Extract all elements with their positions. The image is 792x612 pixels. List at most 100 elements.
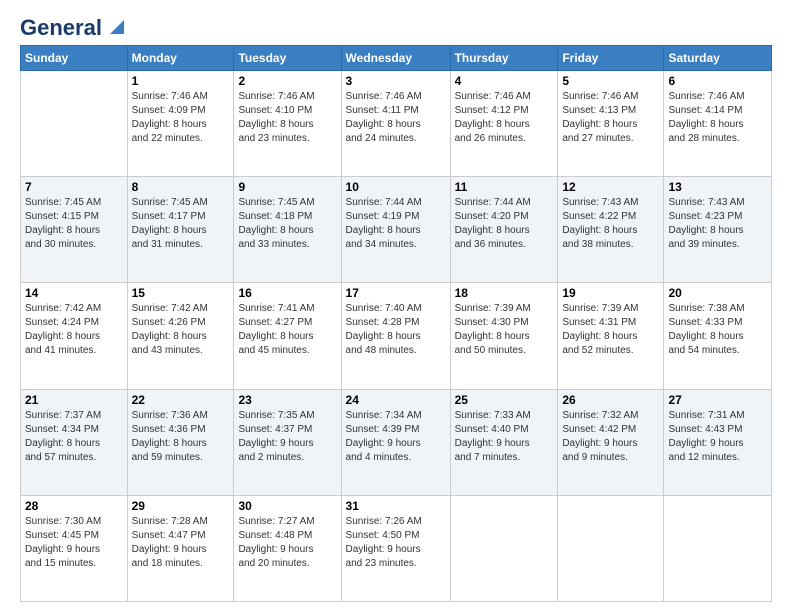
calendar-cell: 22 Sunrise: 7:36 AMSunset: 4:36 PMDayligh… [127,389,234,495]
calendar-week-1: 1Sunrise: 7:46 AMSunset: 4:09 PMDaylight… [21,71,772,177]
day-info: Sunrise: 7:46 AMSunset: 4:12 PMDaylight:… [455,90,554,146]
day-number: 11 [455,180,554,194]
day-info: Sunrise: 7:44 AMSunset: 4:20 PMDaylight:… [455,196,554,252]
day-number: 4 [455,74,554,88]
header: General [20,16,772,37]
day-number: 14 [25,286,123,300]
day-info: Sunrise: 7:45 AMSunset: 4:17 PMDaylight:… [132,196,230,252]
calendar-cell: 16 Sunrise: 7:41 AMSunset: 4:27 PMDayligh… [234,283,341,389]
day-info: Sunrise: 7:39 AMSunset: 4:30 PMDaylight:… [455,302,554,358]
logo-icon [106,18,124,36]
day-info: Sunrise: 7:26 AMSunset: 4:50 PMDaylight:… [346,515,446,571]
calendar-cell: 10Sunrise: 7:44 AMSunset: 4:19 PMDayligh… [341,177,450,283]
col-header-friday: Friday [558,46,664,71]
day-number: 29 [132,499,230,513]
day-info: Sunrise: 7:44 AMSunset: 4:19 PMDaylight:… [346,196,446,252]
calendar-cell: 27Sunrise: 7:31 AMSunset: 4:43 PMDayligh… [664,389,772,495]
day-number: 28 [25,499,123,513]
calendar-cell [450,495,558,601]
calendar-cell: 21 Sunrise: 7:37 AMSunset: 4:34 PMDayligh… [21,389,128,495]
day-info: Sunrise: 7:42 AMSunset: 4:24 PMDaylight:… [25,302,123,358]
day-info: Sunrise: 7:37 AMSunset: 4:34 PMDaylight:… [25,409,123,465]
calendar-cell: 26 Sunrise: 7:32 AMSunset: 4:42 PMDayligh… [558,389,664,495]
page: General SundayMondayTuesdayWednesdayThur… [0,0,792,612]
day-number: 26 [562,393,659,407]
day-number: 19 [562,286,659,300]
calendar-cell: 18 Sunrise: 7:39 AMSunset: 4:30 PMDayligh… [450,283,558,389]
day-info: Sunrise: 7:46 AMSunset: 4:14 PMDaylight:… [668,90,767,146]
day-info: Sunrise: 7:39 AMSunset: 4:31 PMDaylight:… [562,302,659,358]
day-info: Sunrise: 7:33 AMSunset: 4:40 PMDaylight:… [455,409,554,465]
day-info: Sunrise: 7:28 AMSunset: 4:47 PMDaylight:… [132,515,230,571]
calendar-cell: 9 Sunrise: 7:45 AMSunset: 4:18 PMDaylight… [234,177,341,283]
col-header-monday: Monday [127,46,234,71]
day-number: 2 [238,74,336,88]
calendar-cell [664,495,772,601]
day-number: 16 [238,286,336,300]
col-header-tuesday: Tuesday [234,46,341,71]
day-info: Sunrise: 7:46 AMSunset: 4:10 PMDaylight:… [238,90,336,146]
day-info: Sunrise: 7:46 AMSunset: 4:11 PMDaylight:… [346,90,446,146]
calendar-cell: 17Sunrise: 7:40 AMSunset: 4:28 PMDayligh… [341,283,450,389]
day-number: 3 [346,74,446,88]
day-number: 17 [346,286,446,300]
day-number: 13 [668,180,767,194]
calendar-cell: 2 Sunrise: 7:46 AMSunset: 4:10 PMDaylight… [234,71,341,177]
day-number: 22 [132,393,230,407]
day-number: 25 [455,393,554,407]
day-number: 15 [132,286,230,300]
calendar-table: SundayMondayTuesdayWednesdayThursdayFrid… [20,45,772,602]
calendar-cell: 8 Sunrise: 7:45 AMSunset: 4:17 PMDaylight… [127,177,234,283]
day-info: Sunrise: 7:45 AMSunset: 4:18 PMDaylight:… [238,196,336,252]
day-number: 21 [25,393,123,407]
col-header-saturday: Saturday [664,46,772,71]
day-number: 24 [346,393,446,407]
day-info: Sunrise: 7:45 AMSunset: 4:15 PMDaylight:… [25,196,123,252]
day-number: 30 [238,499,336,513]
day-info: Sunrise: 7:41 AMSunset: 4:27 PMDaylight:… [238,302,336,358]
day-number: 1 [132,74,230,88]
day-info: Sunrise: 7:34 AMSunset: 4:39 PMDaylight:… [346,409,446,465]
col-header-thursday: Thursday [450,46,558,71]
calendar-cell [558,495,664,601]
logo-text-general: General [20,16,102,40]
calendar-cell: 11 Sunrise: 7:44 AMSunset: 4:20 PMDayligh… [450,177,558,283]
day-number: 20 [668,286,767,300]
day-number: 18 [455,286,554,300]
day-info: Sunrise: 7:27 AMSunset: 4:48 PMDaylight:… [238,515,336,571]
calendar-cell [21,71,128,177]
day-info: Sunrise: 7:42 AMSunset: 4:26 PMDaylight:… [132,302,230,358]
day-info: Sunrise: 7:31 AMSunset: 4:43 PMDaylight:… [668,409,767,465]
day-info: Sunrise: 7:35 AMSunset: 4:37 PMDaylight:… [238,409,336,465]
day-info: Sunrise: 7:32 AMSunset: 4:42 PMDaylight:… [562,409,659,465]
day-number: 8 [132,180,230,194]
day-info: Sunrise: 7:30 AMSunset: 4:45 PMDaylight:… [25,515,123,571]
day-info: Sunrise: 7:38 AMSunset: 4:33 PMDaylight:… [668,302,767,358]
calendar-week-5: 28 Sunrise: 7:30 AMSunset: 4:45 PMDayligh… [21,495,772,601]
calendar-cell: 19 Sunrise: 7:39 AMSunset: 4:31 PMDayligh… [558,283,664,389]
calendar-cell: 31 Sunrise: 7:26 AMSunset: 4:50 PMDayligh… [341,495,450,601]
day-info: Sunrise: 7:36 AMSunset: 4:36 PMDaylight:… [132,409,230,465]
day-info: Sunrise: 7:46 AMSunset: 4:13 PMDaylight:… [562,90,659,146]
calendar-cell: 29 Sunrise: 7:28 AMSunset: 4:47 PMDayligh… [127,495,234,601]
calendar-week-4: 21 Sunrise: 7:37 AMSunset: 4:34 PMDayligh… [21,389,772,495]
calendar-cell: 24 Sunrise: 7:34 AMSunset: 4:39 PMDayligh… [341,389,450,495]
col-header-wednesday: Wednesday [341,46,450,71]
calendar-week-2: 7 Sunrise: 7:45 AMSunset: 4:15 PMDaylight… [21,177,772,283]
calendar-cell: 15 Sunrise: 7:42 AMSunset: 4:26 PMDayligh… [127,283,234,389]
calendar-cell: 20 Sunrise: 7:38 AMSunset: 4:33 PMDayligh… [664,283,772,389]
day-number: 7 [25,180,123,194]
calendar-cell: 14 Sunrise: 7:42 AMSunset: 4:24 PMDayligh… [21,283,128,389]
col-header-sunday: Sunday [21,46,128,71]
calendar-cell: 13Sunrise: 7:43 AMSunset: 4:23 PMDayligh… [664,177,772,283]
calendar-cell: 6Sunrise: 7:46 AMSunset: 4:14 PMDaylight… [664,71,772,177]
day-number: 5 [562,74,659,88]
calendar-cell: 30 Sunrise: 7:27 AMSunset: 4:48 PMDayligh… [234,495,341,601]
calendar-cell: 4 Sunrise: 7:46 AMSunset: 4:12 PMDaylight… [450,71,558,177]
day-number: 9 [238,180,336,194]
calendar-week-3: 14 Sunrise: 7:42 AMSunset: 4:24 PMDayligh… [21,283,772,389]
calendar-cell: 25 Sunrise: 7:33 AMSunset: 4:40 PMDayligh… [450,389,558,495]
day-number: 31 [346,499,446,513]
calendar-cell: 12Sunrise: 7:43 AMSunset: 4:22 PMDayligh… [558,177,664,283]
calendar-header-row: SundayMondayTuesdayWednesdayThursdayFrid… [21,46,772,71]
